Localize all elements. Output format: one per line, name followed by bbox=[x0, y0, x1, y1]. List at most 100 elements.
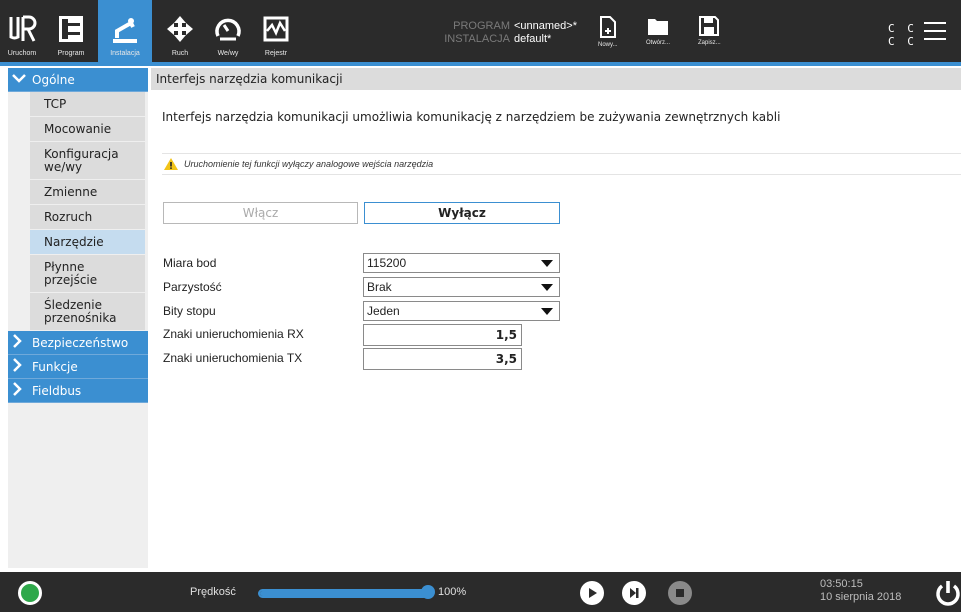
sidebar-item-startup[interactable]: Rozruch bbox=[30, 205, 145, 230]
sidebar-group-fieldbus[interactable]: Fieldbus bbox=[8, 379, 148, 403]
sidebar-group-label: Fieldbus bbox=[32, 383, 82, 398]
power-icon[interactable] bbox=[935, 580, 961, 606]
tab-installation[interactable]: Instalacja bbox=[98, 0, 152, 62]
sidebar-item-conveyor-tracking[interactable]: Śledzenie przenośnika bbox=[30, 293, 145, 331]
floppy-icon bbox=[699, 16, 720, 36]
clock-date: 10 sierpnia 2018 bbox=[820, 591, 902, 603]
sidebar-item-label-line: przejście bbox=[44, 272, 98, 287]
open-button-label: Otwórz... bbox=[646, 40, 671, 46]
tab-installation-label: Instalacja bbox=[110, 50, 140, 57]
save-button[interactable]: Zapisz... bbox=[698, 16, 721, 46]
chevron-right-icon bbox=[12, 357, 26, 376]
sidebar-group-features[interactable]: Funkcje bbox=[8, 355, 148, 379]
tab-move-label: Ruch bbox=[171, 50, 189, 57]
speed-indicator-line1: C C bbox=[888, 22, 917, 35]
polyscope-window: Uruchom Program Instalacja Ruch We/wy Re… bbox=[0, 0, 961, 612]
page-description: Interfejs narzędzia komunikacji umożliwi… bbox=[162, 110, 781, 124]
sidebar-item-label: Zmienne bbox=[44, 185, 98, 199]
sidebar-group-label: Bezpieczeństwo bbox=[32, 335, 129, 350]
speed-slider-fill bbox=[260, 591, 426, 596]
sidebar-item-label-line: przenośnika bbox=[44, 310, 117, 325]
sidebar-item-label: TCP bbox=[44, 97, 67, 111]
sidebar-item-variables[interactable]: Zmienne bbox=[30, 180, 145, 205]
play-button[interactable] bbox=[580, 581, 604, 605]
speed-slider-handle[interactable] bbox=[421, 585, 435, 599]
tab-run[interactable]: Uruchom bbox=[0, 0, 44, 62]
tab-io[interactable]: We/wy bbox=[206, 0, 250, 62]
folder-icon bbox=[648, 19, 668, 35]
stop-bits-select[interactable]: Jeden bbox=[363, 301, 560, 321]
enable-button[interactable]: Włącz bbox=[163, 202, 358, 224]
hamburger-menu-icon[interactable] bbox=[924, 22, 946, 42]
sidebar-item-label: Rozruch bbox=[44, 210, 93, 224]
dropdown-arrow-icon bbox=[541, 260, 553, 267]
rx-idle-chars-input[interactable]: 1,5 bbox=[363, 324, 522, 346]
tab-io-label: We/wy bbox=[217, 50, 239, 57]
sidebar-group-safety[interactable]: Bezpieczeństwo bbox=[8, 331, 148, 355]
stop-bits-label: Bity stopu bbox=[163, 304, 216, 318]
ur-logo-icon bbox=[5, 12, 39, 46]
chevron-right-icon bbox=[12, 381, 26, 400]
log-chart-icon bbox=[259, 12, 293, 46]
installation-name: default* bbox=[514, 33, 552, 45]
clock: 03:50:15 10 sierpnia 2018 bbox=[820, 578, 901, 604]
program-name: <unnamed>* bbox=[514, 20, 577, 32]
new-button[interactable]: Nowy... bbox=[598, 16, 618, 48]
speed-value: 100% bbox=[438, 586, 467, 598]
tab-log[interactable]: Rejestr bbox=[254, 0, 298, 62]
tab-program-label: Program bbox=[57, 50, 85, 57]
baud-rate-label: Miara bod bbox=[163, 256, 217, 270]
chevron-right-icon bbox=[12, 333, 26, 352]
tab-move[interactable]: Ruch bbox=[158, 0, 202, 62]
play-icon bbox=[589, 588, 597, 598]
sidebar-item-tcp[interactable]: TCP bbox=[30, 92, 145, 117]
page-title: Interfejs narzędzia komunikacji bbox=[151, 68, 961, 90]
disable-button[interactable]: Wyłącz bbox=[364, 202, 560, 224]
step-button[interactable] bbox=[622, 581, 646, 605]
tx-idle-chars-input[interactable]: 3,5 bbox=[363, 348, 522, 370]
sidebar-item-label: Płynne przejście bbox=[44, 259, 98, 287]
installation-arm-icon bbox=[108, 12, 142, 46]
sidebar-item-label-line: Śledzenie bbox=[44, 297, 102, 312]
sidebar-item-label: Śledzenie przenośnika bbox=[44, 297, 117, 325]
speed-slider[interactable] bbox=[258, 589, 428, 598]
main-panel: Interfejs narzędzia komunikacji Interfej… bbox=[151, 68, 961, 568]
parity-label: Parzystość bbox=[163, 280, 222, 294]
baud-rate-select[interactable]: 115200 bbox=[363, 253, 560, 273]
program-info: PROGRAM <unnamed>* INSTALACJA default* bbox=[440, 20, 577, 46]
sidebar-item-label: Konfiguracja we/wy bbox=[44, 146, 119, 174]
program-key: PROGRAM bbox=[453, 20, 510, 32]
move-arrows-icon bbox=[163, 12, 197, 46]
sidebar-item-label-line: Płynne bbox=[44, 259, 85, 274]
save-button-label: Zapisz... bbox=[698, 40, 721, 46]
top-bar: Uruchom Program Instalacja Ruch We/wy Re… bbox=[0, 0, 961, 66]
parity-value: Brak bbox=[367, 280, 392, 294]
sidebar-group-general[interactable]: Ogólne bbox=[8, 68, 148, 92]
sidebar-item-mounting[interactable]: Mocowanie bbox=[30, 117, 145, 142]
speed-indicator: C C C C bbox=[888, 22, 917, 48]
clock-time: 03:50:15 bbox=[820, 578, 863, 590]
tab-log-label: Rejestr bbox=[264, 50, 288, 57]
parity-select[interactable]: Brak bbox=[363, 277, 560, 297]
step-icon bbox=[630, 588, 639, 598]
stop-button[interactable] bbox=[668, 581, 692, 605]
warning-banner: Uruchomienie tej funkcji wyłączy analogo… bbox=[162, 153, 961, 175]
speed-indicator-line2: C C bbox=[888, 35, 917, 48]
sidebar-item-smooth-transition[interactable]: Płynne przejście bbox=[30, 255, 145, 293]
tx-idle-chars-label: Znaki unieruchomienia TX bbox=[163, 351, 303, 365]
tab-program[interactable]: Program bbox=[44, 0, 98, 62]
sidebar-item-io-setup[interactable]: Konfiguracja we/wy bbox=[30, 142, 145, 180]
dropdown-arrow-icon bbox=[541, 284, 553, 291]
new-file-icon bbox=[599, 16, 616, 38]
sidebar-item-tool[interactable]: Narzędzie bbox=[30, 230, 145, 255]
installation-key: INSTALACJA bbox=[444, 33, 510, 45]
sidebar-item-label-line: Konfiguracja bbox=[44, 146, 119, 161]
stop-bits-value: Jeden bbox=[367, 304, 400, 318]
open-button[interactable]: Otwórz... bbox=[646, 16, 670, 46]
sidebar-item-label: Narzędzie bbox=[44, 235, 104, 249]
sidebar: Ogólne TCP Mocowanie Konfiguracja we/wy Z… bbox=[8, 68, 148, 568]
stop-icon bbox=[676, 589, 684, 597]
io-gauge-icon bbox=[211, 12, 245, 46]
robot-status-icon[interactable] bbox=[18, 581, 42, 605]
bottom-bar: Prędkość 100% 03:50:15 10 sierpnia 2018 bbox=[0, 572, 961, 612]
